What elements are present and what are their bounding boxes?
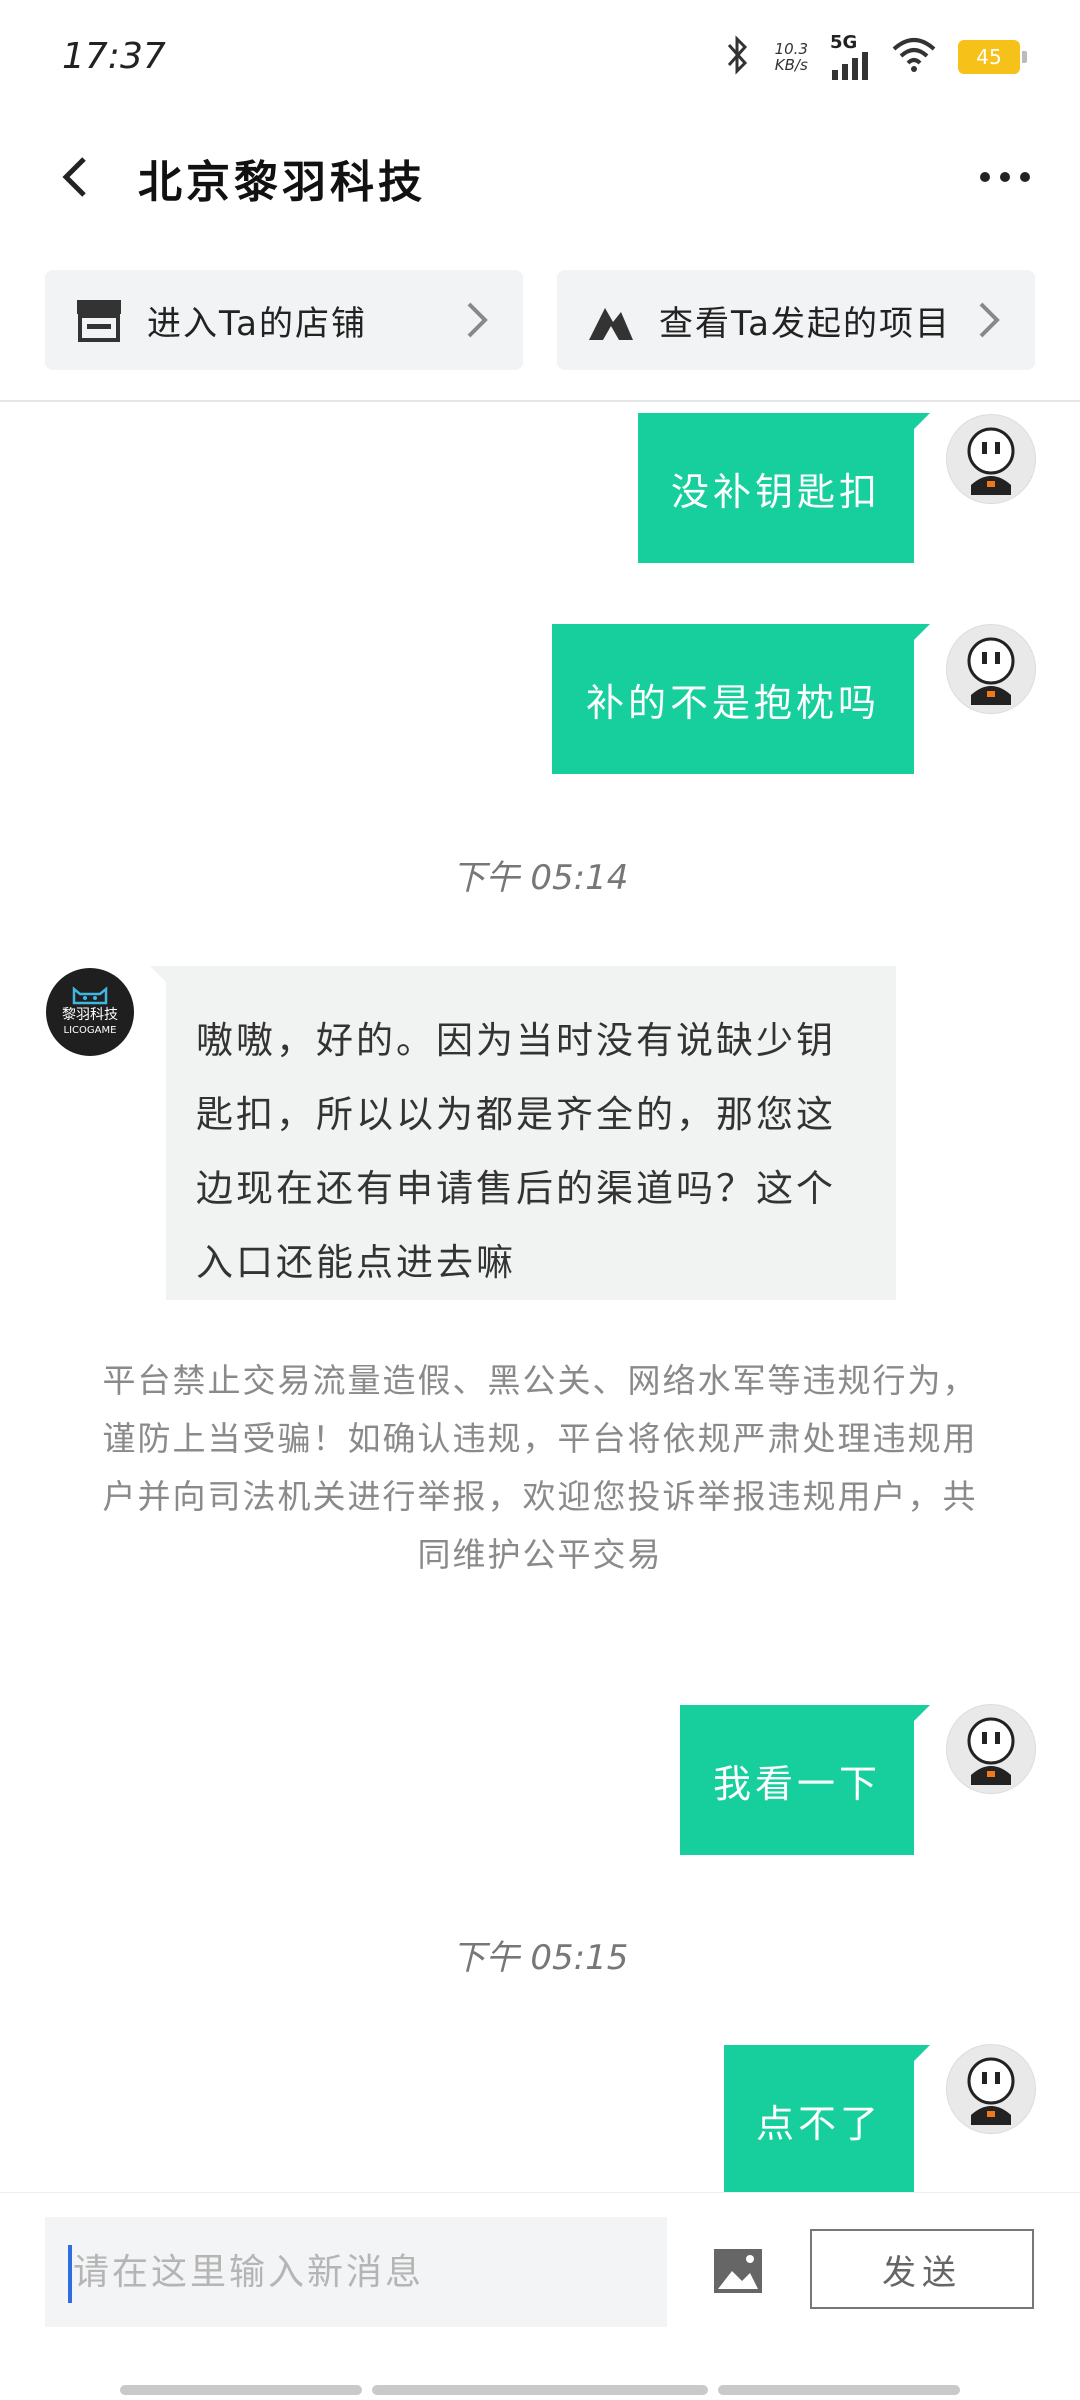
bluetooth-icon (723, 35, 753, 79)
avatar[interactable] (946, 624, 1036, 714)
message-bubble-outgoing[interactable]: 没补钥匙扣 (638, 413, 930, 563)
avatar[interactable] (946, 414, 1036, 504)
battery-icon: 45 (958, 40, 1027, 74)
battery-level: 45 (976, 45, 1002, 69)
text-cursor (68, 2245, 72, 2303)
status-bar: 17:37 10.3 KB/s 5G 45 (0, 0, 1080, 110)
page-title: 北京黎羽科技 (138, 157, 426, 208)
message-bubble-incoming[interactable]: 嗷嗷，好的。因为当时没有说缺少钥匙扣，所以以为都是齐全的，那您这边现在还有申请售… (150, 966, 896, 1300)
network-speed-unit: KB/s (774, 56, 808, 74)
chevron-right-icon (455, 298, 499, 342)
chevron-left-icon (62, 157, 86, 197)
robot-avatar-icon (967, 637, 1015, 705)
robot-avatar-icon (967, 427, 1015, 495)
network-speed: 10.3 KB/s (775, 41, 808, 73)
network-speed-value: 10.3 (774, 40, 808, 58)
image-button[interactable] (712, 2245, 764, 2297)
shop-avatar[interactable]: 黎羽科技 LICOGAME (46, 968, 134, 1056)
status-icons: 10.3 KB/s 5G 45 (723, 32, 1027, 82)
shop-avatar-brand: LICOGAME (63, 1025, 117, 1036)
more-dots-icon (980, 172, 1030, 182)
message-text: 点不了 (755, 2101, 882, 2146)
avatar[interactable] (946, 2044, 1036, 2134)
image-icon (714, 2249, 762, 2293)
message-input-bar: 发送 (0, 2192, 1080, 2353)
nav-gesture-bar[interactable] (372, 2385, 708, 2395)
chat-header: 北京黎羽科技 (0, 120, 1080, 230)
more-button[interactable] (960, 142, 1050, 212)
message-timestamp: 下午 05:14 (451, 858, 629, 898)
robot-avatar-icon (967, 1717, 1015, 1785)
message-text: 没补钥匙扣 (670, 469, 881, 514)
store-icon (75, 296, 123, 344)
message-input[interactable] (45, 2217, 667, 2327)
message-timestamp: 下午 05:15 (451, 1938, 629, 1978)
message-text: 补的不是抱枕吗 (585, 680, 880, 725)
nav-gesture-bar[interactable] (718, 2385, 960, 2395)
view-projects-label: 查看Ta发起的项目 (659, 303, 951, 344)
cat-logo-icon (72, 986, 108, 1005)
message-text: 嗷嗷，好的。因为当时没有说缺少钥匙扣，所以以为都是齐全的，那您这边现在还有申请售… (196, 1019, 836, 1284)
platform-notice: 平台禁止交易流量造假、黑公关、网络水军等违规行为，谨防上当受骗！如确认违规，平台… (102, 1361, 978, 1574)
message-bubble-outgoing[interactable]: 我看一下 (680, 1705, 930, 1855)
shortcut-bar: 进入Ta的店铺 查看Ta发起的项目 (45, 270, 1035, 370)
view-projects-button[interactable]: 查看Ta发起的项目 (557, 270, 1035, 370)
chat-message-list[interactable]: 没补钥匙扣 补的不是抱枕吗 下午 05:14 黎羽科技 LICOGAME 嗷嗷， (0, 402, 1080, 2192)
network-type: 5G (830, 32, 858, 53)
wifi-icon (892, 37, 936, 77)
message-bubble-outgoing[interactable]: 点不了 (724, 2045, 930, 2192)
shop-avatar-name: 黎羽科技 (62, 1007, 118, 1023)
mountain-icon (587, 296, 635, 344)
message-text: 我看一下 (712, 1761, 881, 1806)
avatar[interactable] (946, 1704, 1036, 1794)
back-button[interactable] (40, 142, 110, 212)
message-bubble-outgoing[interactable]: 补的不是抱枕吗 (552, 624, 930, 774)
chevron-right-icon (967, 298, 1011, 342)
enter-store-button[interactable]: 进入Ta的店铺 (45, 270, 523, 370)
signal-icon: 5G (830, 34, 870, 80)
enter-store-label: 进入Ta的店铺 (147, 303, 367, 344)
robot-avatar-icon (967, 2057, 1015, 2125)
nav-gesture-bar[interactable] (120, 2385, 362, 2395)
status-time: 17:37 (62, 36, 166, 77)
send-button[interactable]: 发送 (810, 2229, 1034, 2309)
